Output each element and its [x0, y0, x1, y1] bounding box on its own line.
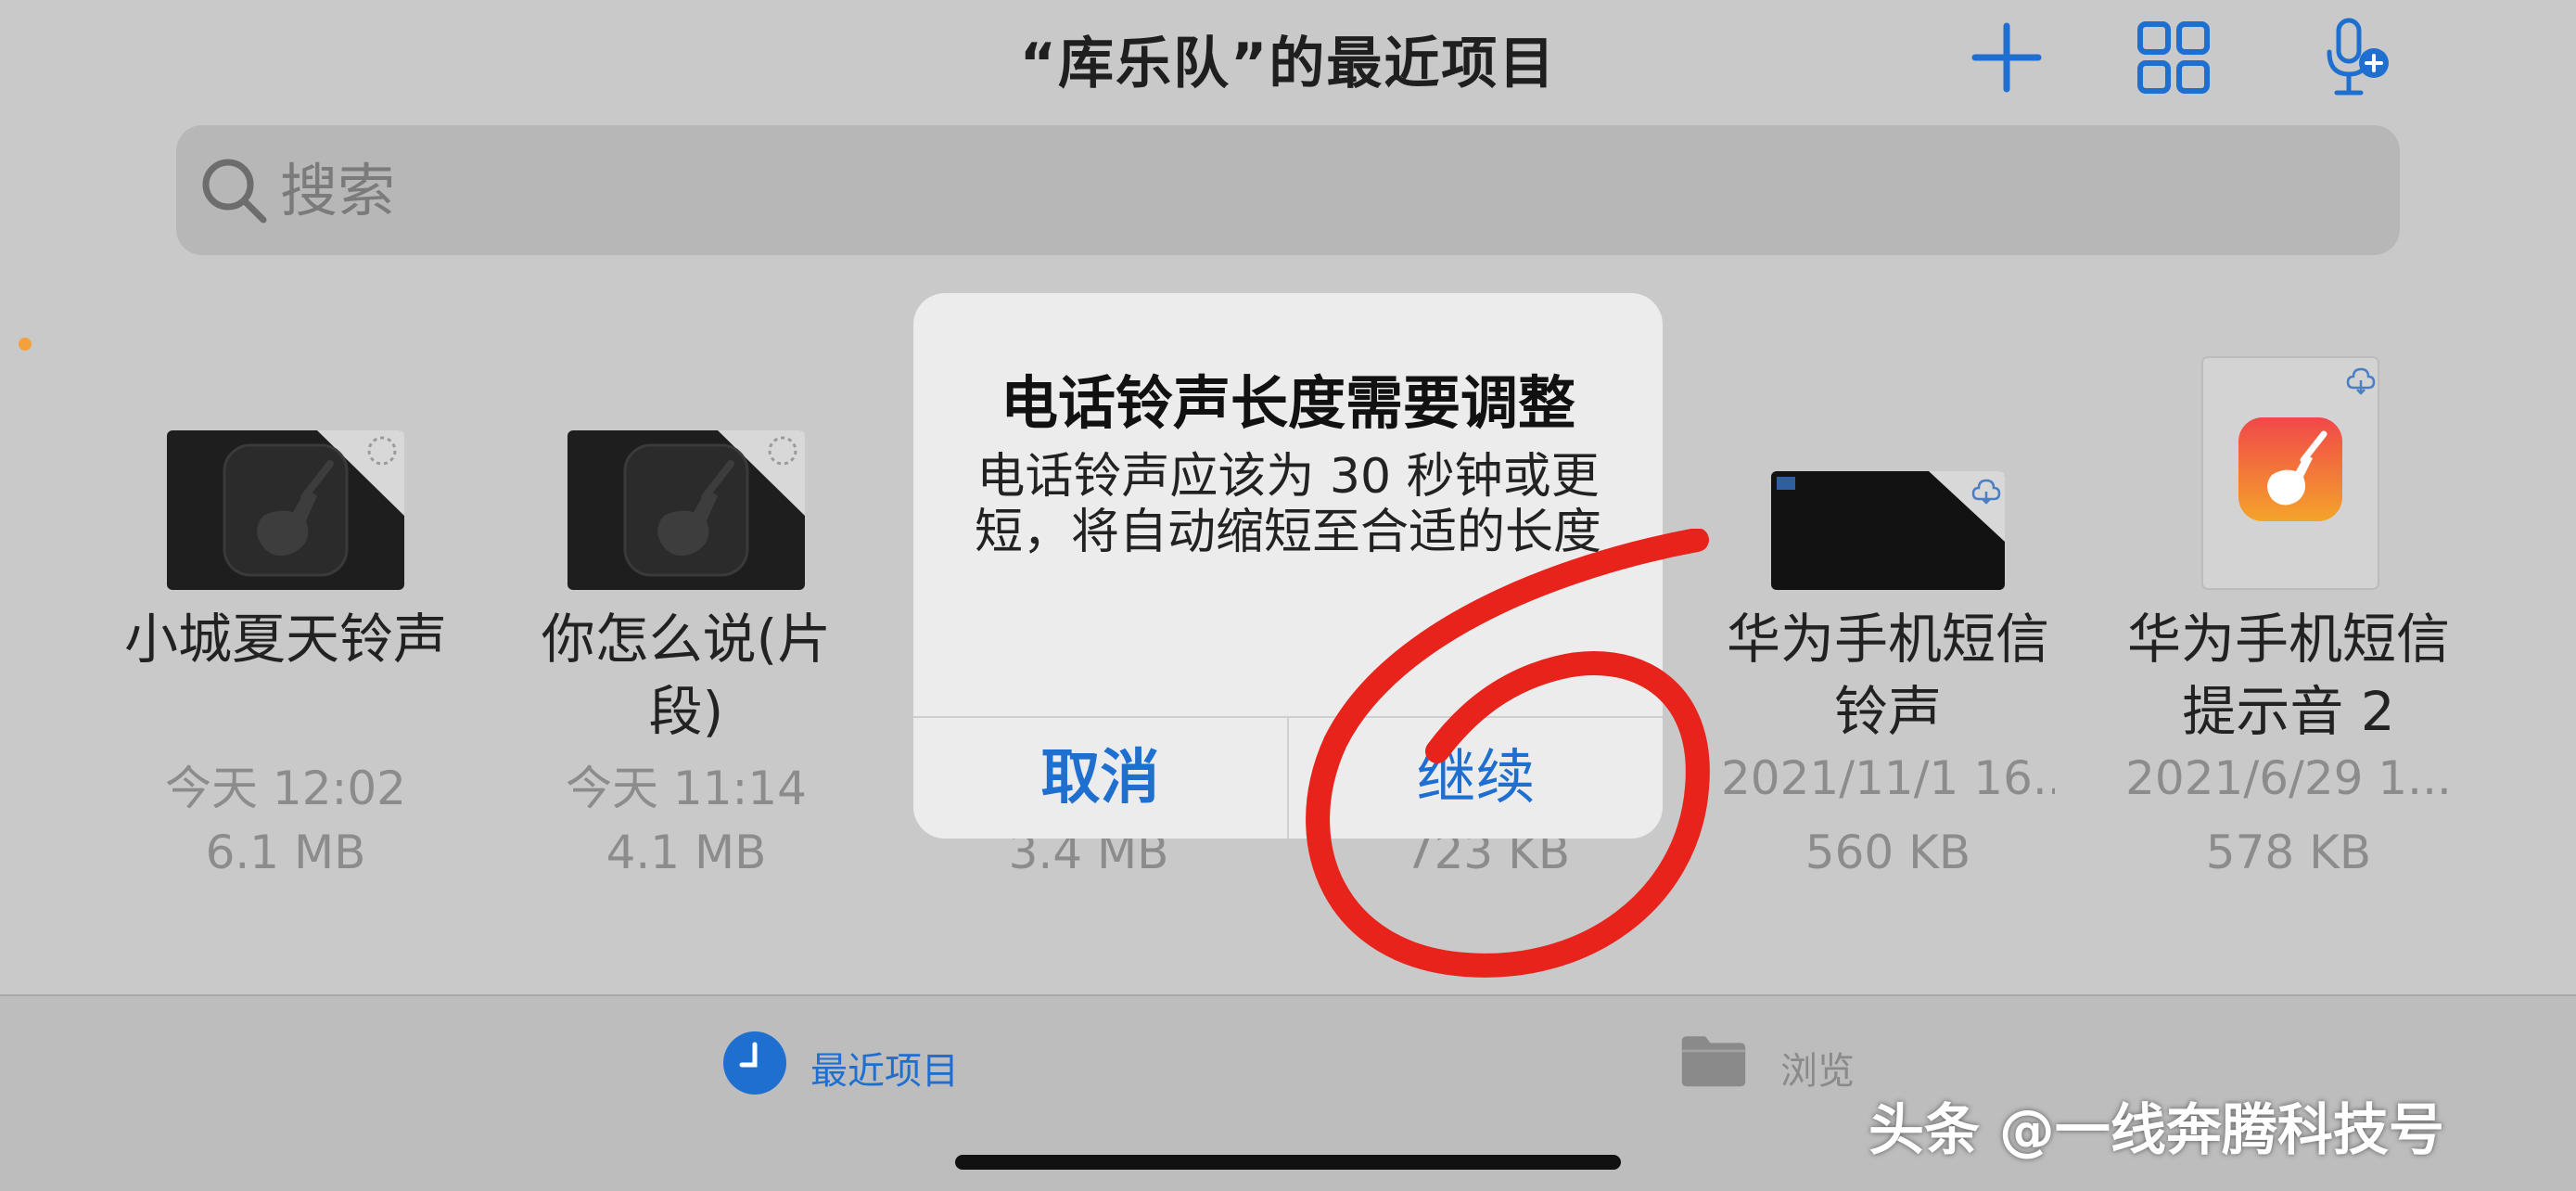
page-title: “库乐队”的最近项目 [1019, 32, 1557, 96]
file-size: 6.1 MB [205, 826, 366, 879]
ringtone-length-alert: 电话铃声长度需要调整 电话铃声应该为 30 秒钟或更短，将自动缩短至合适的长度 … [913, 293, 1663, 839]
garageband-recent-projects-screen: “库乐队”的最近项目 搜索 小城夏天铃声 今天 12:02 6.1 MB 你怎么… [0, 0, 2576, 1191]
cancel-button[interactable]: 取消 [913, 718, 1287, 839]
file-date: 2021/11/1 16... [1721, 751, 2055, 805]
watermark: 头条 @一线奔腾科技号 [1868, 1098, 2444, 1163]
search-icon [195, 151, 273, 229]
tab-bar-divider [0, 994, 2576, 996]
file-date: 2021/6/29 1... [2125, 751, 2452, 805]
tab-recent[interactable]: 最近项目 [721, 1030, 1000, 1104]
file-date: 今天 12:02 [165, 762, 406, 815]
search-input[interactable] [280, 144, 2320, 237]
grid-icon[interactable] [2131, 15, 2216, 100]
file-size: 4.1 MB [606, 826, 767, 879]
status-dot [19, 338, 32, 351]
garageband-file-thumbnail [167, 430, 404, 590]
tab-browse-label: 浏览 [1780, 1050, 1855, 1093]
clock-icon [721, 1030, 788, 1096]
continue-button[interactable]: 继续 [1289, 718, 1663, 839]
file-name: 小城夏天铃声 [123, 608, 447, 671]
file-size: 560 KB [1804, 826, 1971, 879]
home-indicator[interactable] [955, 1155, 1621, 1170]
file-date: 今天 11:14 [566, 762, 807, 815]
plus-icon[interactable] [1964, 15, 2049, 100]
file-name: 你怎么说(片段) [541, 608, 832, 743]
garageband-file-thumbnail [567, 430, 805, 590]
alert-message: 电话铃声应该为 30 秒钟或更短，将自动缩短至合适的长度 [974, 449, 1601, 560]
tab-recent-label: 最近项目 [810, 1050, 959, 1093]
search-bar[interactable] [176, 125, 2400, 255]
folder-icon [1680, 1030, 1747, 1096]
garageband-document-thumbnail [2201, 356, 2379, 590]
file-thumbnail [1771, 471, 2005, 590]
file-name: 华为手机短信提示音 2 [2126, 608, 2450, 743]
file-size: 578 KB [2205, 826, 2372, 879]
file-name: 华为手机短信铃声 [1726, 608, 2049, 743]
microphone-add-icon[interactable] [2313, 15, 2398, 100]
alert-title: 电话铃声长度需要调整 [1000, 369, 1575, 437]
